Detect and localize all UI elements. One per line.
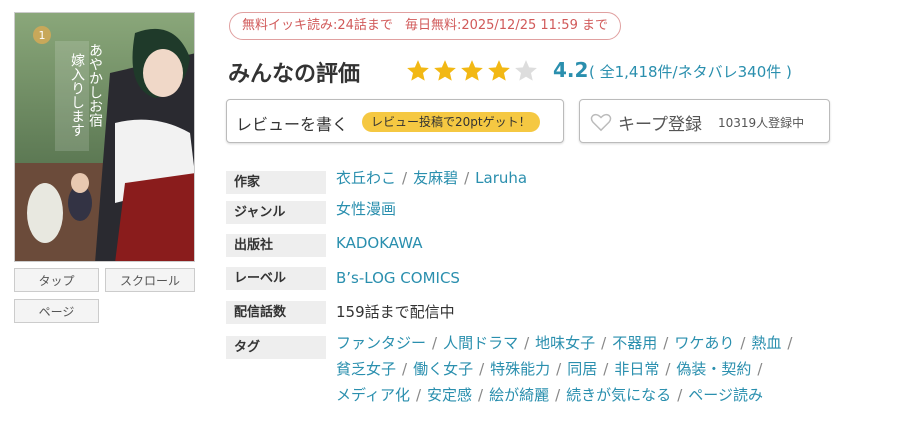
tag-link[interactable]: 非日常 <box>614 360 659 378</box>
tag-link[interactable]: メディア化 <box>336 386 410 404</box>
tag-link[interactable]: 特殊能力 <box>490 360 550 378</box>
tag-row: 貧乏女子 / 働く女子 / 特殊能力 / 同居 / 非日常 / 偽装・契約 / <box>336 360 763 378</box>
volume-badge: 1 <box>39 29 46 42</box>
tag-link[interactable]: ワケあり <box>674 334 734 352</box>
author-link[interactable]: 友麻碧 <box>413 169 458 187</box>
author-link[interactable]: Laruha <box>475 169 527 187</box>
free-bulk-text: 無料イッキ読み:24話まで <box>242 18 393 33</box>
rating-title: みんなの評価 <box>228 62 361 87</box>
label-link[interactable]: B’s-LOG COMICS <box>336 268 460 288</box>
genre-link[interactable]: 女性漫画 <box>336 199 396 219</box>
tag-link[interactable]: 貧乏女子 <box>336 360 396 378</box>
episodes-value: 159話まで配信中 <box>336 303 455 321</box>
svg-text:嫁入りします: 嫁入りします <box>69 53 85 137</box>
write-review-label: レビューを書く <box>236 115 349 134</box>
keep-register-label: キープ登録 <box>618 115 702 135</box>
label-label: レーベル <box>226 267 326 290</box>
tag-link[interactable]: 安定感 <box>427 386 472 404</box>
star-full-icon <box>461 60 483 81</box>
tag-link[interactable]: 同居 <box>567 360 597 378</box>
keep-register-count: 10319人登録中 <box>718 116 805 130</box>
tag-link[interactable]: 熱血 <box>751 334 781 352</box>
tag-link[interactable]: ファンタジー <box>336 334 426 352</box>
tag-link[interactable]: 働く女子 <box>413 360 473 378</box>
publisher-link[interactable]: KADOKAWA <box>336 233 422 253</box>
manga-cover-image[interactable]: あやかしお宿 嫁入りします 1 <box>14 12 195 262</box>
publisher-label: 出版社 <box>226 234 326 257</box>
heart-icon <box>590 113 612 132</box>
tag-link[interactable]: 不器用 <box>612 334 657 352</box>
tag-link[interactable]: 地味女子 <box>535 334 595 352</box>
genre-label: ジャンル <box>226 201 326 224</box>
tag-link[interactable]: 偽装・契約 <box>676 360 751 378</box>
write-review-button[interactable]: レビューを書く レビュー投稿で20ptゲット！ <box>226 99 564 143</box>
free-reading-banner: 無料イッキ読み:24話まで 毎日無料:2025/12/25 11:59 まで <box>229 12 621 40</box>
tag-row: メディア化 / 安定感 / 絵が綺麗 / 続きが気になる / ページ読み <box>336 386 763 404</box>
daily-free-text: 毎日無料:2025/12/25 11:59 まで <box>404 18 608 33</box>
tag-link[interactable]: ページ読み <box>688 386 763 404</box>
tag-link[interactable]: 人間ドラマ <box>443 334 518 352</box>
tag-link[interactable]: 続きが気になる <box>566 386 671 404</box>
star-empty-icon <box>515 60 537 81</box>
tag-row: ファンタジー / 人間ドラマ / 地味女子 / 不器用 / ワケあり / 熱血 / <box>336 334 793 352</box>
view-mode-tap-button[interactable]: タップ <box>14 268 99 292</box>
review-count-link[interactable]: ( 全1,418件/ネタバレ340件 ) <box>589 61 792 82</box>
author-label: 作家 <box>226 171 326 194</box>
view-mode-page-button[interactable]: ページ <box>14 299 99 323</box>
star-full-icon <box>407 60 429 81</box>
keep-register-button[interactable]: キープ登録 10319人登録中 <box>579 99 830 143</box>
author-list: 衣丘わこ / 友麻碧 / Laruha <box>336 169 528 187</box>
star-full-icon <box>488 60 510 81</box>
review-points-badge: レビュー投稿で20ptゲット！ <box>362 112 540 132</box>
svg-text:あやかしお宿: あやかしお宿 <box>87 43 103 127</box>
view-mode-scroll-button[interactable]: スクロール <box>105 268 195 292</box>
tag-link[interactable]: 絵が綺麗 <box>489 386 549 404</box>
episodes-label: 配信話数 <box>226 301 326 324</box>
rating-score: 4.2 <box>553 58 589 82</box>
rating-stars <box>405 58 539 84</box>
author-link[interactable]: 衣丘わこ <box>336 169 396 187</box>
star-full-icon <box>434 60 456 81</box>
tags-label: タグ <box>226 336 326 359</box>
